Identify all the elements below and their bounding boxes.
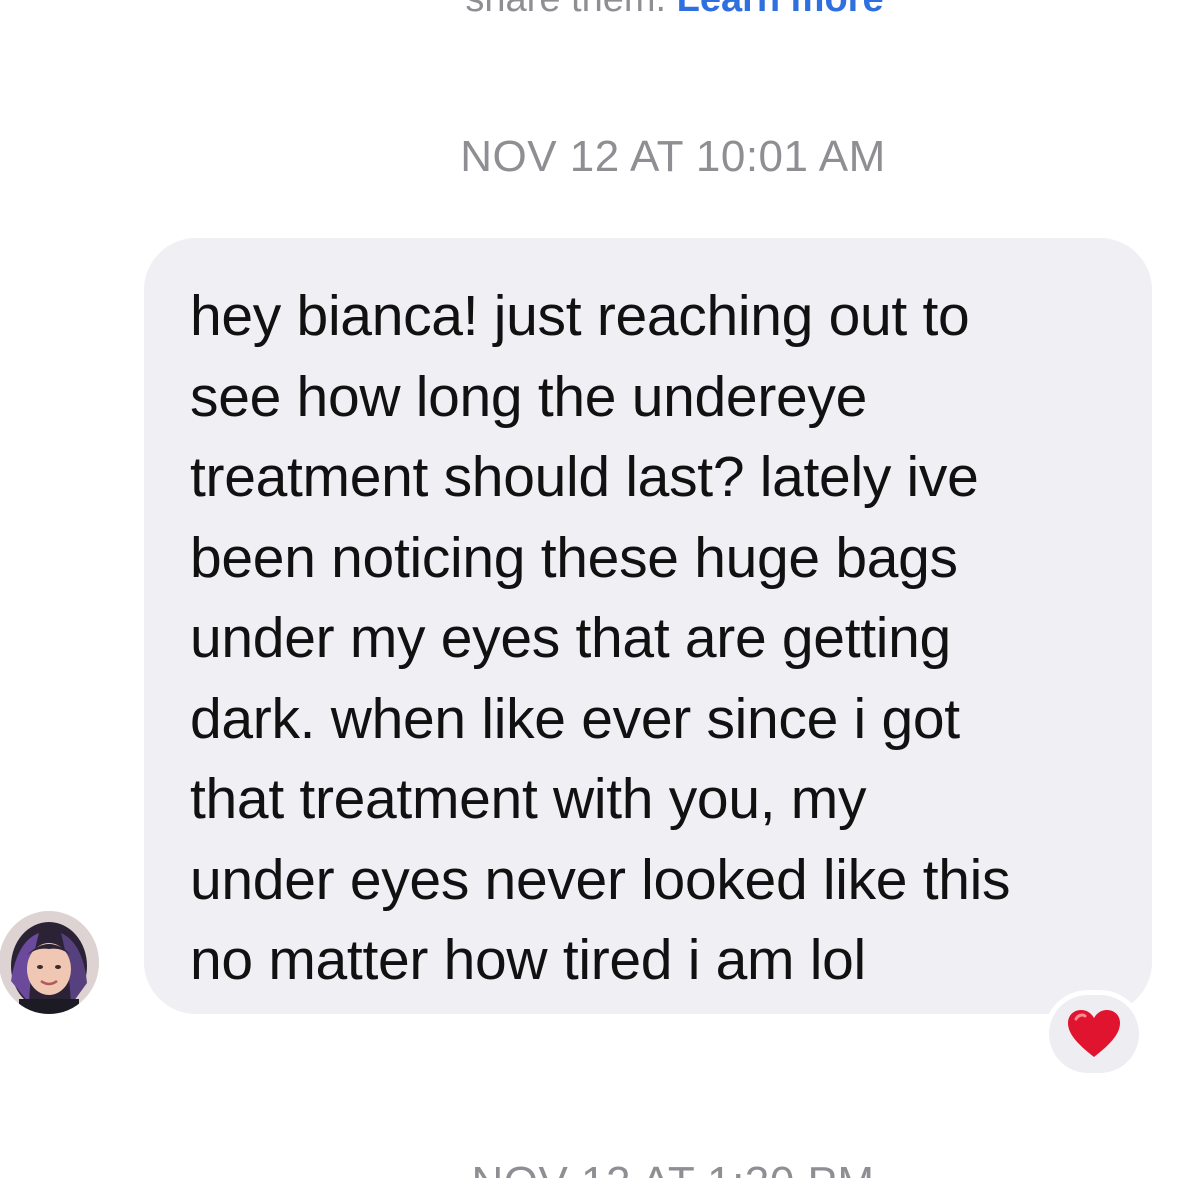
- message-text: hey bianca! just reaching out to see how…: [190, 284, 1011, 992]
- chat-screen: share them. Learn more NOV 12 AT 10:01 A…: [0, 0, 1179, 1178]
- sender-avatar[interactable]: [0, 911, 99, 1014]
- privacy-notice: share them. Learn more: [0, 0, 1179, 21]
- notice-text: share them.: [465, 0, 666, 20]
- message-timestamp: NOV 12 AT 10:01 AM: [460, 132, 886, 181]
- red-heart-icon: [1068, 1010, 1120, 1057]
- learn-more-link[interactable]: Learn more: [677, 0, 884, 20]
- avatar-image: [0, 911, 99, 1014]
- heart-reaction[interactable]: [1044, 990, 1144, 1078]
- next-message-timestamp: NOV 12 AT 1:30 PM: [0, 1158, 1179, 1178]
- incoming-message-bubble[interactable]: hey bianca! just reaching out to see how…: [144, 238, 1152, 1014]
